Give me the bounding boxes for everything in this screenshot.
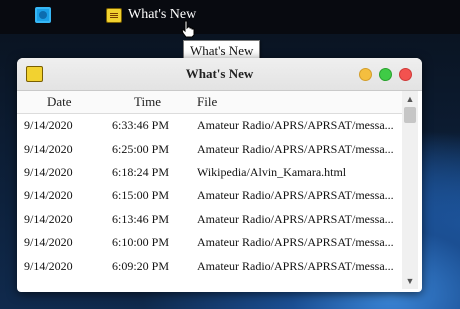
- cell-file: Amateur Radio/APRS/APRSAT/messa...: [197, 211, 394, 226]
- cell-time: 6:13:46 PM: [112, 211, 170, 226]
- table-row[interactable]: 9/14/2020 6:15:00 PM Amateur Radio/APRS/…: [17, 184, 402, 207]
- whats-new-icon: [106, 7, 122, 23]
- menu-bar: What's New: [0, 0, 460, 34]
- whats-new-window: What's New Date Time File 9/14/2020 6:33…: [17, 58, 422, 292]
- file-table: Date Time File 9/14/2020 6:33:46 PM Amat…: [17, 91, 402, 278]
- cell-file: Wikipedia/Alvin_Kamara.html: [197, 164, 347, 179]
- cell-time: 6:10:00 PM: [112, 235, 170, 250]
- cell-date: 9/14/2020: [24, 164, 73, 179]
- maximize-button[interactable]: [379, 68, 392, 81]
- cell-file: Amateur Radio/APRS/APRSAT/messa...: [197, 141, 394, 156]
- cell-date: 9/14/2020: [24, 258, 73, 273]
- title-bar[interactable]: What's New: [17, 58, 422, 91]
- table-row[interactable]: 9/14/2020 6:10:00 PM Amateur Radio/APRS/…: [17, 231, 402, 254]
- cell-file: Amateur Radio/APRS/APRSAT/messa...: [197, 235, 394, 250]
- vertical-scrollbar[interactable]: ▲ ▼: [402, 91, 418, 289]
- chevron-up-icon[interactable]: ▲: [404, 93, 416, 105]
- scrollbar-thumb[interactable]: [404, 107, 416, 123]
- close-button[interactable]: [399, 68, 412, 81]
- cell-date: 9/14/2020: [24, 118, 73, 133]
- column-header-time[interactable]: Time: [101, 91, 193, 113]
- cell-time: 6:33:46 PM: [112, 118, 170, 133]
- column-header-file[interactable]: File: [193, 91, 402, 113]
- cell-date: 9/14/2020: [24, 141, 73, 156]
- cell-time: 6:15:00 PM: [112, 188, 170, 203]
- table-row[interactable]: 9/14/2020 6:18:24 PM Wikipedia/Alvin_Kam…: [17, 161, 402, 184]
- table-row[interactable]: 9/14/2020 6:33:46 PM Amateur Radio/APRS/…: [17, 114, 402, 137]
- minimize-button[interactable]: [359, 68, 372, 81]
- cell-file: Amateur Radio/APRS/APRSAT/messa...: [197, 188, 394, 203]
- cell-date: 9/14/2020: [24, 188, 73, 203]
- cell-time: 6:18:24 PM: [112, 164, 170, 179]
- pointer-hand-cursor-icon: [181, 20, 195, 38]
- cell-file: Amateur Radio/APRS/APRSAT/messa...: [197, 258, 394, 273]
- chevron-down-icon[interactable]: ▼: [404, 275, 416, 287]
- column-header-date[interactable]: Date: [17, 91, 101, 113]
- cell-time: 6:09:20 PM: [112, 258, 170, 273]
- cell-date: 9/14/2020: [24, 235, 73, 250]
- table-header: Date Time File: [17, 91, 402, 114]
- cell-file: Amateur Radio/APRS/APRSAT/messa...: [197, 118, 394, 133]
- table-row[interactable]: 9/14/2020 6:25:00 PM Amateur Radio/APRS/…: [17, 137, 402, 160]
- table-row[interactable]: 9/14/2020 6:09:20 PM Amateur Radio/APRS/…: [17, 254, 402, 277]
- table-row[interactable]: 9/14/2020 6:13:46 PM Amateur Radio/APRS/…: [17, 208, 402, 231]
- cell-date: 9/14/2020: [24, 211, 73, 226]
- cell-time: 6:25:00 PM: [112, 141, 170, 156]
- app-icon[interactable]: [35, 7, 51, 23]
